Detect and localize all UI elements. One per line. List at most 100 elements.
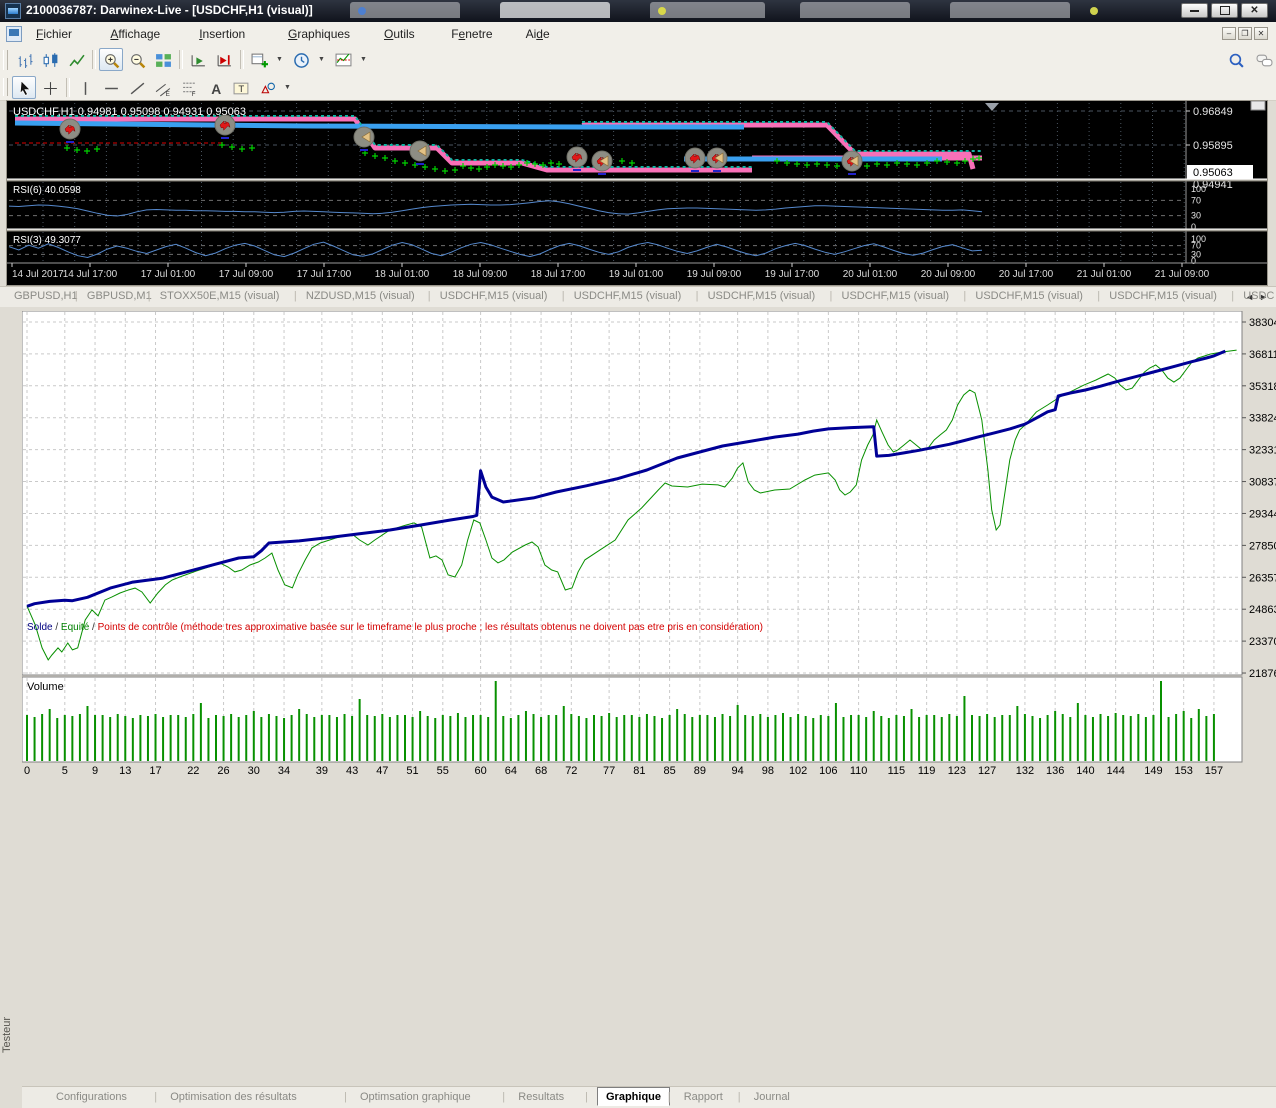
child-restore-button[interactable]: ❐ xyxy=(1238,27,1252,40)
tile-windows-button[interactable] xyxy=(151,48,175,71)
horizontal-line-button[interactable] xyxy=(99,76,123,99)
chart-tab-1[interactable]: GBPUSD,M1 xyxy=(87,290,152,302)
svg-text:14 Jul 2017: 14 Jul 2017 xyxy=(12,269,64,280)
indicators-button[interactable] xyxy=(331,48,355,71)
svg-text:0: 0 xyxy=(1191,256,1196,266)
menu-insertion[interactable]: Insertion xyxy=(193,26,251,42)
svg-text:19 Jul 09:00: 19 Jul 09:00 xyxy=(687,269,742,280)
legend-note: Points de contrôle (méthode tres approxi… xyxy=(98,622,763,633)
toolbar-separator xyxy=(179,50,183,69)
price-chart-canvas[interactable]: USDCHF,H1 0.94981 0.95098 0.94931 0.9506… xyxy=(7,101,1267,285)
svg-text:24863: 24863 xyxy=(1249,604,1276,616)
minimize-button[interactable] xyxy=(1181,3,1208,18)
tester-tab-configurations[interactable]: Configurations xyxy=(52,1090,131,1104)
search-icon xyxy=(1228,52,1245,69)
tester-tab-optimisation-des-r-sultats[interactable]: Optimisation des résultats xyxy=(166,1090,301,1104)
menu-fenetre[interactable]: Fenetre xyxy=(445,26,498,42)
new-chart-button[interactable] xyxy=(247,48,271,71)
chart-tab-bar: ◄ ► GBPUSD,H1|GBPUSD,M1|STOXX50E,M15 (vi… xyxy=(0,286,1276,309)
menu-graphiques[interactable]: Graphiques xyxy=(282,26,356,42)
crosshair-button[interactable] xyxy=(38,76,62,99)
text-button[interactable]: A xyxy=(203,76,227,99)
toolbar-separator xyxy=(92,50,96,69)
svg-text:68: 68 xyxy=(535,765,547,777)
tester-tab-graphique[interactable]: Graphique xyxy=(597,1087,670,1106)
menu-affichage[interactable]: Affichage xyxy=(104,26,166,42)
new-chart-dropdown-icon[interactable]: ▼ xyxy=(273,48,286,71)
chart-tab-4[interactable]: USDCHF,M15 (visual) xyxy=(440,290,548,302)
chart-tab-7[interactable]: USDCHF,M15 (visual) xyxy=(842,290,950,302)
tester-side-label[interactable]: Testeur xyxy=(1,997,17,1073)
svg-text:18 Jul 17:00: 18 Jul 17:00 xyxy=(531,269,586,280)
child-close-button[interactable]: ✕ xyxy=(1254,27,1268,40)
svg-text:USDCHF,H1 0.94981 0.95098 0.94: USDCHF,H1 0.94981 0.95098 0.94931 0.9506… xyxy=(13,106,246,118)
indicators-dropdown-icon[interactable]: ▼ xyxy=(357,48,370,71)
periods-clock-dropdown-icon[interactable]: ▼ xyxy=(315,48,328,71)
chart-tab-2[interactable]: STOXX50E,M15 (visual) xyxy=(160,290,280,302)
line-chart-button[interactable] xyxy=(64,48,88,71)
svg-text:38304: 38304 xyxy=(1249,317,1276,329)
tester-tab-resultats[interactable]: Resultats xyxy=(514,1090,568,1104)
svg-text:0.95895: 0.95895 xyxy=(1193,140,1233,152)
shapes-button[interactable] xyxy=(255,76,279,99)
svg-text:RSI(3) 49.3077: RSI(3) 49.3077 xyxy=(13,235,81,246)
svg-text:0.96849: 0.96849 xyxy=(1193,106,1233,118)
equidistant-channel-button[interactable]: E xyxy=(151,76,175,99)
tester-tab-optimsation-graphique[interactable]: Optimsation graphique xyxy=(356,1090,475,1104)
trendline-button[interactable] xyxy=(125,76,149,99)
tab-separator: | xyxy=(428,290,431,302)
tab-separator: | xyxy=(150,1090,161,1104)
candlestick-chart-button[interactable] xyxy=(38,48,62,71)
chat-button[interactable] xyxy=(1252,48,1276,71)
chart-shift-button[interactable] xyxy=(212,48,236,71)
tester-graph-canvas[interactable]: Volume3830436811353183382432331308372934… xyxy=(22,311,1276,777)
menu-aide[interactable]: Aide xyxy=(520,26,556,42)
search-button[interactable] xyxy=(1224,48,1248,71)
chart-tab-0[interactable]: GBPUSD,H1 xyxy=(14,290,78,302)
svg-text:18 Jul 09:00: 18 Jul 09:00 xyxy=(453,269,508,280)
zoom-out-button[interactable] xyxy=(125,48,149,71)
tab-separator: | xyxy=(340,1090,351,1104)
child-minimize-button[interactable]: – xyxy=(1222,27,1236,40)
chart-tab-5[interactable]: USDCHF,M15 (visual) xyxy=(574,290,682,302)
vertical-line-button[interactable] xyxy=(73,76,97,99)
svg-text:119: 119 xyxy=(918,765,936,777)
chart-tab-9[interactable]: USDCHF,M15 (visual) xyxy=(1109,290,1217,302)
zoom-in-button[interactable] xyxy=(99,48,123,71)
svg-text:30837: 30837 xyxy=(1249,477,1276,489)
auto-scroll-button[interactable] xyxy=(186,48,210,71)
zoom-out-icon xyxy=(129,52,146,69)
svg-text:60: 60 xyxy=(474,765,486,777)
fibonacci-button[interactable]: F xyxy=(177,76,201,99)
svg-text:140: 140 xyxy=(1076,765,1094,777)
maximize-button[interactable] xyxy=(1211,3,1238,18)
svg-text:30: 30 xyxy=(1191,211,1201,221)
chat-icon xyxy=(1256,52,1273,69)
tester-tab-rapport[interactable]: Rapport xyxy=(680,1090,727,1104)
menu-fichier[interactable]: Fichier xyxy=(30,26,78,42)
shapes-dropdown-icon[interactable]: ▼ xyxy=(281,76,294,99)
svg-text:Volume: Volume xyxy=(27,681,64,693)
periods-clock-button[interactable] xyxy=(289,48,313,71)
tester-tab-journal[interactable]: Journal xyxy=(750,1090,794,1104)
svg-text:55: 55 xyxy=(437,765,449,777)
cursor-button[interactable] xyxy=(12,76,36,99)
bar-chart-button[interactable] xyxy=(12,48,36,71)
svg-text:20 Jul 17:00: 20 Jul 17:00 xyxy=(999,269,1054,280)
menu-outils[interactable]: Outils xyxy=(378,26,421,42)
tab-separator: | xyxy=(294,290,297,302)
svg-text:132: 132 xyxy=(1016,765,1034,777)
svg-text:34: 34 xyxy=(278,765,290,777)
text-label-button[interactable]: T xyxy=(229,76,253,99)
chart-tab-3[interactable]: NZDUSD,M15 (visual) xyxy=(306,290,415,302)
indicators-icon xyxy=(335,52,352,69)
zoom-in-icon xyxy=(103,52,120,69)
vertical-line-icon xyxy=(77,80,94,97)
svg-text:20 Jul 09:00: 20 Jul 09:00 xyxy=(921,269,976,280)
svg-text:98: 98 xyxy=(762,765,774,777)
chart-tab-10[interactable]: USDC xyxy=(1243,290,1274,302)
chart-tab-8[interactable]: USDCHF,M15 (visual) xyxy=(975,290,1083,302)
chart-tab-6[interactable]: USDCHF,M15 (visual) xyxy=(708,290,816,302)
tab-separator: | xyxy=(562,290,565,302)
close-button[interactable]: ✕ xyxy=(1241,3,1268,18)
